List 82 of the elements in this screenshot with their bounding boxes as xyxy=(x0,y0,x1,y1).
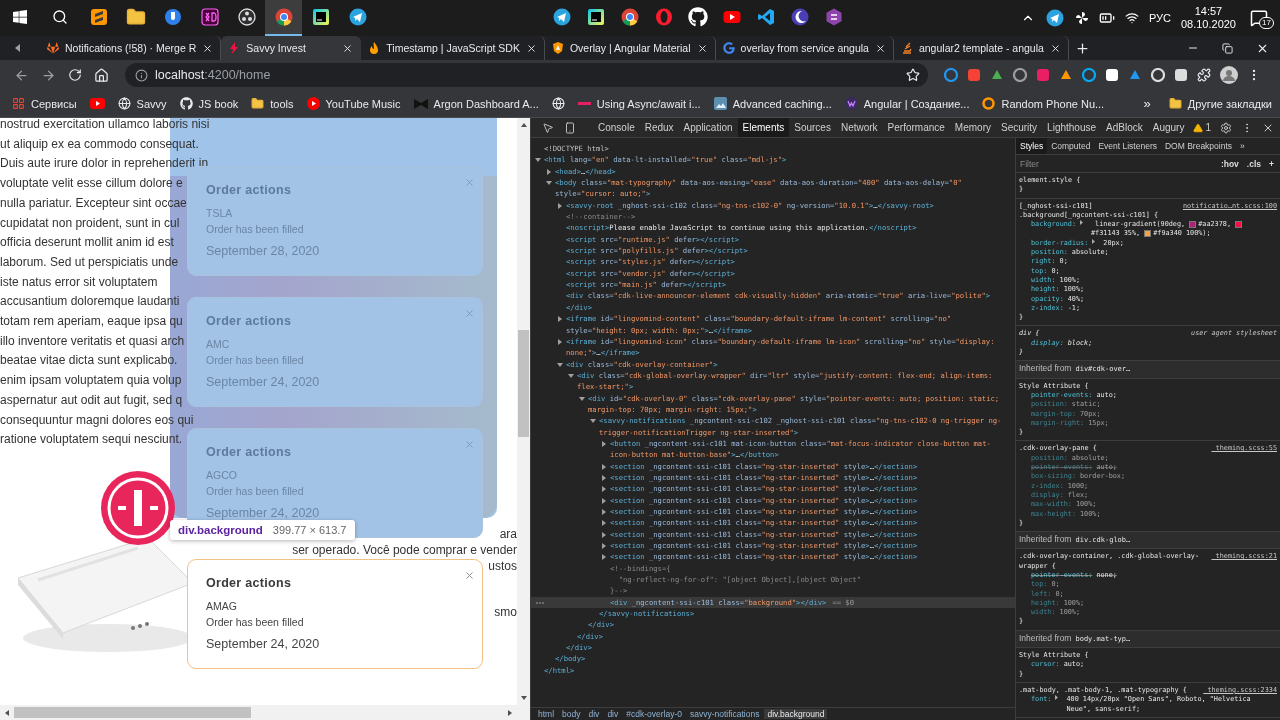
notification-date: September 24, 2020 xyxy=(206,506,321,520)
address-field[interactable]: localhost:4200/home xyxy=(125,63,928,87)
ticker-label: AMAG xyxy=(206,599,238,614)
body-text-line: laborum. Sed ut perspiciatis unde xyxy=(0,253,179,271)
language-indicator[interactable]: РУС xyxy=(1148,12,1171,24)
body-text-line: officia deserunt mollit anim id est xyxy=(0,234,174,252)
notification-count: 17 xyxy=(1259,17,1274,29)
status-text: Order has been filled xyxy=(206,615,305,630)
body-text-line: nostrud exercitation ullamco laboris nisi xyxy=(0,118,210,133)
breadcrumb-item[interactable]: savvy-notifications xyxy=(687,709,763,719)
notification-title: Order actions xyxy=(206,576,293,590)
notification-date: September 28, 2020 xyxy=(206,244,321,258)
body-text-line: iste natus error sit voluptatem xyxy=(0,273,158,291)
body-text-line: enim ipsam voluptatem quia volup xyxy=(0,372,182,390)
clock-time[interactable]: 14:57 xyxy=(1194,5,1223,18)
breadcrumb-item[interactable]: html xyxy=(535,709,558,719)
body-text-line: aspernatur aut odit aut fugit, sed q xyxy=(0,391,183,409)
bookmark-link[interactable]: Angular | Создание... xyxy=(844,97,970,110)
element-label: div.background xyxy=(178,524,263,536)
notification-date: September 24, 2020 xyxy=(206,637,321,651)
more-tabs-button[interactable]: » xyxy=(1236,138,1249,154)
more-bookmarks-button[interactable]: » xyxy=(1143,96,1151,111)
status-text: Order has been filled xyxy=(206,353,305,368)
bookmark-link[interactable]: tools xyxy=(251,97,294,110)
styles-tab[interactable]: Computed xyxy=(1047,138,1095,154)
new-rule-button[interactable]: + xyxy=(1269,158,1274,169)
bookmark-link[interactable]: Сервисы xyxy=(12,97,77,110)
clock-date[interactable]: 08.10.2020 xyxy=(1180,18,1236,31)
devtools-tab[interactable]: Redux xyxy=(639,118,679,137)
body-text-line: voluptate velit esse cillum dolore e xyxy=(0,175,183,193)
devtools-tab[interactable]: Sources xyxy=(789,118,836,137)
url-text: localhost:4200/home xyxy=(155,68,272,82)
breadcrumb-item[interactable]: div.background xyxy=(764,709,828,719)
body-text-line: totam rem aperiam, eaque ipsa qu xyxy=(0,313,183,331)
breadcrumb-item[interactable]: body xyxy=(559,709,584,719)
bookmark-link[interactable]: Random Phone Nu... xyxy=(982,97,1105,110)
devtools-tab[interactable]: Security xyxy=(995,118,1043,137)
body-text-line: ara xyxy=(499,525,517,542)
ticker-label: AMC xyxy=(206,337,231,352)
breadcrumb-item[interactable]: div xyxy=(585,709,603,719)
devtools-tab[interactable]: Lighthouse xyxy=(1042,118,1102,137)
devtools-tab[interactable]: Memory xyxy=(949,118,996,137)
devtools-tab[interactable]: Console xyxy=(593,118,640,137)
bookmark-link[interactable]: Savvy xyxy=(117,97,167,110)
devtools-tab[interactable]: Augury xyxy=(1147,118,1190,137)
body-text-line: ustos xyxy=(488,557,517,574)
devtools-tab[interactable]: Performance xyxy=(882,118,950,137)
body-text-line: smo xyxy=(494,603,517,620)
status-text: Order has been filled xyxy=(206,484,305,499)
notification-title: Order actions xyxy=(206,183,293,197)
body-text-line: accusantium doloremque laudanti xyxy=(0,293,180,311)
breadcrumb-item[interactable]: div xyxy=(604,709,622,719)
devtools-tab[interactable]: Network xyxy=(835,118,883,137)
bookmark-folder[interactable]: Другие закладки xyxy=(1168,97,1272,110)
bookmark-link[interactable]: JS book xyxy=(179,97,239,110)
bookmark-link[interactable]: Using Async/await i... xyxy=(577,97,701,110)
devtools-tab[interactable]: Elements xyxy=(737,118,790,137)
browser-tab[interactable]: Savvy Invest xyxy=(221,36,362,60)
hover-state-button[interactable]: :hov xyxy=(1220,158,1239,169)
bookmark-link[interactable]: YouTube Music xyxy=(306,97,401,110)
status-text: Order has been filled xyxy=(206,222,305,237)
ticker-label: TSLA xyxy=(206,206,234,221)
bookmark-link[interactable]: Advanced caching... xyxy=(713,97,832,110)
body-text-line: ser operado. Você pode comprar e vender xyxy=(292,541,517,558)
ticker-label: AGCO xyxy=(206,468,238,483)
notification-title: Order actions xyxy=(206,314,293,328)
notification-date: September 24, 2020 xyxy=(206,375,321,389)
class-button[interactable]: .cls xyxy=(1246,158,1262,169)
warning-count[interactable]: 1 xyxy=(1193,122,1211,133)
body-text-line: beatae vitae dicta sunt explicabo. xyxy=(0,352,178,370)
bookmark-link[interactable]: Argon Dashboard A... xyxy=(413,97,539,110)
styles-tab[interactable]: Styles xyxy=(1016,138,1048,154)
devtools-tab[interactable]: AdBlock xyxy=(1101,118,1148,137)
body-text-line: consequuntur magni dolores eos qui xyxy=(0,411,194,429)
styles-tab[interactable]: Event Listeners xyxy=(1094,138,1161,154)
element-size: 399.77 × 613.7 xyxy=(272,524,347,536)
styles-tab[interactable]: DOM Breakpoints xyxy=(1160,138,1237,154)
devtools-tab[interactable]: Application xyxy=(678,118,738,137)
body-text-line: ratione voluptatem sequi nesciunt. xyxy=(0,431,183,449)
breadcrumb-item[interactable]: #cdk-overlay-0 xyxy=(623,709,685,719)
body-text-line: ut aliquip ex ea commodo consequat. xyxy=(0,135,199,153)
notification-title: Order actions xyxy=(206,445,293,459)
